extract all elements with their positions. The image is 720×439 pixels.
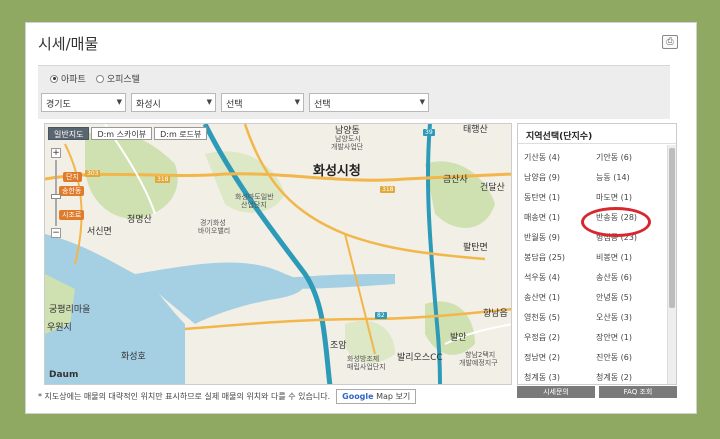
region-item[interactable]: 장안면 (1) <box>596 331 662 345</box>
page-title: 시세/매물 <box>38 35 99 53</box>
map-badge-sijaro[interactable]: 시조로 <box>59 210 85 220</box>
region-item[interactable]: 송산면 (1) <box>524 291 590 305</box>
map-label-cheongmyeongsan: 청명산 <box>127 215 152 225</box>
map-canvas <box>45 124 511 384</box>
region-item[interactable]: 남양읍 (9) <box>524 171 590 185</box>
map-tab-normal[interactable]: 일반지도 <box>48 127 90 140</box>
region-item[interactable]: 영천동 (5) <box>524 311 590 325</box>
region-item[interactable]: 동탄면 (1) <box>524 191 590 205</box>
region-item[interactable]: 비봉면 (1) <box>596 251 662 265</box>
faq-button[interactable]: FAQ 조회 <box>599 386 677 398</box>
district-select[interactable]: 선택 ▼ <box>221 93 304 112</box>
google-map-button[interactable]: Google Map 보기 <box>336 389 417 404</box>
map-label-balan: 발안 <box>450 333 467 343</box>
region-select-panel: 지역선택(단지수) 기산동 (4) 기안동 (6) 남양읍 (9) 능동 (14) 동탄… <box>517 123 677 385</box>
region-item[interactable]: 우정읍 (2) <box>524 331 590 345</box>
map-label-namyang-office2: 개발사업단 <box>331 143 364 151</box>
price-listing-panel: 시세/매물 ⎙ 아파트 오피스텔 경기도 ▼ 화성시 ▼ 선택 ▼ 선택 ▼ 일… <box>25 22 697 414</box>
zoom-in-button[interactable]: + <box>51 148 61 158</box>
map-label-hwaseong-station2: 산업단지 <box>241 201 267 209</box>
region-header: 지역선택(단지수) <box>518 124 676 144</box>
region-item[interactable]: 반월동 (9) <box>524 231 590 245</box>
map-label-seosin: 서신면 <box>87 227 112 237</box>
map-label-hyangnam: 향남읍 <box>483 309 508 319</box>
region-item[interactable]: 청계동 (2) <box>596 371 662 384</box>
road-number: 318 <box>380 186 396 193</box>
province-select[interactable]: 경기도 ▼ <box>41 93 126 112</box>
map-label-taehaengsan: 태행산 <box>463 125 488 135</box>
price-inquiry-button[interactable]: 시세문의 <box>517 386 595 398</box>
region-scrollbar[interactable] <box>667 145 676 384</box>
radio-apartment[interactable]: 아파트 <box>50 72 86 85</box>
map-notice: * 지도상에는 매물의 대략적인 위치만 표시하므로 실제 매물의 위치와 다를… <box>38 389 417 404</box>
highlight-circle <box>581 207 651 237</box>
radio-officetel[interactable]: 오피스텔 <box>95 72 140 85</box>
print-icon: ⎙ <box>666 37 674 47</box>
map-tab-skyview[interactable]: D:m 스카이뷰 <box>91 127 153 140</box>
map-label-joam: 조암 <box>330 341 347 351</box>
region-item[interactable]: 청계동 (3) <box>524 371 590 384</box>
map-label-seawall2: 매립사업단지 <box>347 363 386 371</box>
filter-bar: 아파트 오피스텔 경기도 ▼ 화성시 ▼ 선택 ▼ 선택 ▼ <box>38 65 670 119</box>
region-item[interactable]: 기산동 (4) <box>524 151 590 165</box>
map-label-geondalsan: 건달산 <box>480 183 505 193</box>
road-number: 318 <box>155 176 171 183</box>
map-label-paltan: 팔탄면 <box>463 243 488 253</box>
scrollbar-thumb[interactable] <box>669 148 675 308</box>
print-button[interactable]: ⎙ <box>662 35 678 49</box>
region-item[interactable]: 송산동 (6) <box>596 271 662 285</box>
map-zoom-control: + − <box>51 148 61 240</box>
dropdown-arrow-icon: ▼ <box>116 98 122 106</box>
road-number: 82 <box>375 312 387 319</box>
radio-dot-icon <box>50 74 58 83</box>
map-tab-roadview[interactable]: D:m 로드뷰 <box>154 127 208 140</box>
map-label-uwonji: 우원지 <box>47 323 72 333</box>
region-item[interactable]: 마도면 (1) <box>596 191 662 205</box>
radio-dot-icon <box>95 74 104 83</box>
region-item[interactable]: 안녕동 (5) <box>596 291 662 305</box>
map-label-hyangnam3: 개발예정지구 <box>459 359 498 367</box>
region-item[interactable]: 능동 (14) <box>596 171 662 185</box>
region-list: 기산동 (4) 기안동 (6) 남양읍 (9) 능동 (14) 동탄면 (1) 마도면 (… <box>524 151 662 384</box>
region-item[interactable]: 진안동 (6) <box>596 351 662 365</box>
notice-text: * 지도상에는 매물의 대략적인 위치만 표시하므로 실제 매물의 위치와 다를… <box>38 392 331 401</box>
daum-logo: Daum <box>49 370 79 380</box>
map-label-gungpyeong: 궁평리마을 <box>49 305 91 315</box>
map-badge-songhan[interactable]: 송한동 <box>59 186 85 196</box>
dropdown-arrow-icon: ▼ <box>206 98 212 106</box>
dropdown-arrow-icon: ▼ <box>419 98 425 106</box>
road-number: 39 <box>423 129 435 136</box>
dropdown-arrow-icon: ▼ <box>294 98 300 106</box>
map-badge-danji[interactable]: 단지 <box>63 172 82 182</box>
region-item[interactable]: 오산동 (3) <box>596 311 662 325</box>
city-select[interactable]: 화성시 ▼ <box>131 93 216 112</box>
map-view[interactable]: 일반지도 D:m 스카이뷰 D:m 로드뷰 + − 단지 송한동 시조로 303… <box>44 123 512 385</box>
map-label-city-hall: 화성시청 <box>313 164 361 179</box>
region-item[interactable]: 봉담읍 (25) <box>524 251 590 265</box>
map-label-hwaseongho: 화성호 <box>121 352 146 362</box>
map-label-gyeonggi2: 바이오밸리 <box>198 227 231 235</box>
map-label-geumsa: 금산사 <box>443 175 468 185</box>
map-label-golf: 발리오스CC <box>397 353 443 363</box>
zoom-track[interactable] <box>55 160 57 226</box>
zoom-slider-handle[interactable] <box>51 194 61 199</box>
road-number: 303 <box>85 170 101 177</box>
region-item[interactable]: 정남면 (2) <box>524 351 590 365</box>
region-item[interactable]: 석우동 (4) <box>524 271 590 285</box>
zoom-out-button[interactable]: − <box>51 228 61 238</box>
complex-select[interactable]: 선택 ▼ <box>309 93 429 112</box>
region-item[interactable]: 기안동 (6) <box>596 151 662 165</box>
